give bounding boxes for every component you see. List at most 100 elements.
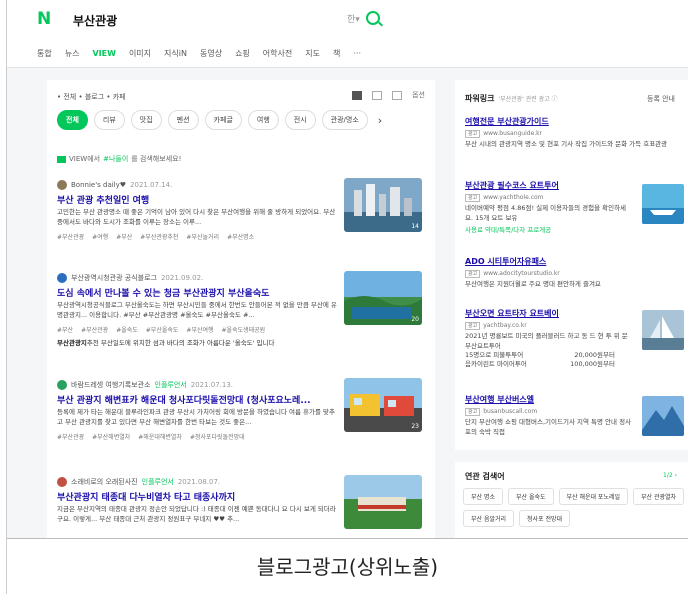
tab-kin[interactable]: 지식iN bbox=[164, 48, 187, 59]
related-chip[interactable]: 부산 올숙도 bbox=[508, 488, 554, 505]
highlight-keyword: 부산관광지 bbox=[57, 339, 87, 347]
post-thumbnail[interactable]: 20 bbox=[344, 271, 422, 325]
list-item: 부산광역시청관광 공식블로그 2021.09.02. 도심 속에서 만나볼 수 … bbox=[57, 271, 427, 359]
post-title[interactable]: 도심 속에서 만나볼 수 있는 청금 부산관광지 부산올숙도 bbox=[57, 286, 337, 299]
tag[interactable]: #부산 bbox=[57, 325, 73, 334]
tag[interactable]: #청사포다릿돌전망대 bbox=[190, 432, 245, 441]
tag[interactable]: #부산관광추천 bbox=[140, 232, 178, 241]
grid-view-icon[interactable] bbox=[392, 90, 403, 100]
chip-restaurant[interactable]: 맛집 bbox=[130, 110, 162, 130]
price-row[interactable]: 음카이린트 마이어투어 100,000원부터 bbox=[465, 360, 615, 369]
ad-url-text[interactable]: yachtbay.co.kr bbox=[483, 322, 526, 329]
post-title[interactable]: 부산관광지 태종대 다누비열차 타고 태종사까지 bbox=[57, 490, 337, 503]
post-title[interactable]: 부산 관광 추천일인 여행 bbox=[57, 193, 337, 206]
ad-url-text[interactable]: www.busanguide.kr bbox=[483, 130, 542, 137]
tag[interactable]: #여행 bbox=[92, 232, 108, 241]
post-source: 소래비로의 오래된사진 인플루언서 2021.08.07. bbox=[57, 477, 220, 487]
ad-item: ADO 시티투어자유패스 광고 www.adocitytourstudio.kr … bbox=[465, 256, 685, 289]
tab-all[interactable]: 통합 bbox=[37, 48, 52, 59]
author-name[interactable]: 소래비로의 오래된사진 bbox=[71, 477, 138, 487]
author-name[interactable]: Bonnie's daily♥ bbox=[71, 181, 126, 189]
related-chip[interactable]: 청사포 전망대 bbox=[519, 510, 571, 527]
tab-more[interactable]: ··· bbox=[353, 49, 361, 58]
tag[interactable]: #부산관광 bbox=[81, 325, 108, 334]
chip-attraction[interactable]: 관광/명소 bbox=[321, 110, 368, 130]
ad-desc: 부산여행은 지원더월로 주요 명대 편안하게 즐겨요 bbox=[465, 280, 601, 288]
tag[interactable]: #부산놀거리 bbox=[186, 232, 219, 241]
image-count: 14 bbox=[411, 223, 419, 230]
ad-thumbnail[interactable] bbox=[642, 184, 684, 224]
chip-all[interactable]: 전체 bbox=[57, 110, 88, 130]
ad-thumbnail[interactable] bbox=[642, 396, 684, 436]
tab-images[interactable]: 이미지 bbox=[129, 48, 151, 59]
tab-view[interactable]: VIEW bbox=[92, 49, 115, 58]
search-icon[interactable] bbox=[365, 11, 380, 25]
tab-shopping[interactable]: 쇼핑 bbox=[235, 48, 250, 59]
tag[interactable]: #부산명소 bbox=[227, 232, 254, 241]
hint-link[interactable]: #나들이 bbox=[103, 154, 128, 164]
ad-label-icon: 광고 bbox=[465, 270, 481, 278]
ad-url-text[interactable]: www.yachthole.com bbox=[483, 194, 543, 201]
ad-title[interactable]: 부산오면 요트타자 요트베이 bbox=[465, 308, 633, 319]
chip-pension[interactable]: 펜션 bbox=[167, 110, 199, 130]
card-view-icon[interactable] bbox=[372, 90, 383, 100]
naver-logo[interactable]: N bbox=[37, 9, 51, 29]
chip-cafe[interactable]: 카페글 bbox=[204, 110, 242, 130]
chip-review[interactable]: 리뷰 bbox=[93, 110, 125, 130]
image-count: 23 bbox=[411, 423, 419, 430]
chip-exhibition[interactable]: 전시 bbox=[284, 110, 316, 130]
post-thumbnail[interactable]: 23 bbox=[344, 378, 422, 432]
price-value: 20,000원부터 bbox=[574, 351, 615, 359]
tag[interactable]: #해운대해변열차 bbox=[138, 432, 182, 441]
post-source: Bonnie's daily♥ 2021.07.14. bbox=[57, 180, 172, 190]
tab-map[interactable]: 지도 bbox=[305, 48, 320, 59]
post-thumbnail[interactable] bbox=[344, 475, 422, 529]
sidebar-subtitle[interactable]: '부산관광' 관련 광고 ⓘ bbox=[498, 96, 557, 103]
tag[interactable]: #올숙도 bbox=[116, 325, 138, 334]
keyboard-toggle[interactable]: 한▾ bbox=[347, 12, 360, 25]
author-name[interactable]: 바람드레셍 여행기록보관소 bbox=[71, 380, 151, 390]
tag[interactable]: #부산 bbox=[116, 232, 132, 241]
options-button[interactable]: 옵션 bbox=[412, 90, 425, 100]
search-tabs: 통합 뉴스 VIEW 이미지 지식iN 동영상 쇼핑 어학사전 지도 책 ··· bbox=[7, 40, 688, 68]
tab-books[interactable]: 책 bbox=[333, 48, 340, 59]
tag[interactable]: #부산올숙도 bbox=[146, 325, 179, 334]
chip-travel[interactable]: 여행 bbox=[247, 110, 279, 130]
ad-url-text[interactable]: busanbuscall.com bbox=[483, 408, 537, 415]
view-results-panel: • 전체 • 블로그 • 카페 옵션 전체 리뷰 맛집 펜션 카페글 여행 전시… bbox=[47, 80, 435, 538]
author-name[interactable]: 부산광역시청관광 공식블로그 bbox=[71, 273, 157, 283]
related-chip[interactable]: 부산 해운대 포노레일 bbox=[558, 488, 629, 505]
search-input[interactable]: 부산관광 bbox=[73, 12, 117, 29]
source-filter[interactable]: • 전체 • 블로그 • 카페 bbox=[57, 92, 126, 102]
post-title[interactable]: 부산 관광지 해변표카 해운대 청사포다릿돌전망대 (청사포요노레... bbox=[57, 393, 337, 406]
ad-thumbnail[interactable] bbox=[642, 310, 684, 350]
related-pager[interactable]: 1/2 › bbox=[663, 472, 677, 479]
tab-dictionary[interactable]: 어학사전 bbox=[263, 48, 292, 59]
ad-url-text[interactable]: www.adocitytourstudio.kr bbox=[483, 270, 560, 277]
tab-news[interactable]: 뉴스 bbox=[65, 48, 80, 59]
ad-url: 광고 busanbuscall.com bbox=[465, 408, 633, 416]
ad-sublinks[interactable]: 사용료 약대/특쪽/다자 프로게공 bbox=[465, 225, 633, 235]
price-row[interactable]: 15명으로 피불투투어 20,000원부터 bbox=[465, 351, 615, 360]
list-view-icon[interactable] bbox=[352, 90, 363, 100]
related-chip[interactable]: 부산 관광열차 bbox=[633, 488, 685, 505]
tag[interactable]: #부산관광 bbox=[57, 232, 84, 241]
ad-desc: 네이버예약 평점 4.86점! 실제 이용자들의 경험을 확인하세요. 15개 … bbox=[465, 204, 627, 222]
ad-label-icon: 광고 bbox=[465, 408, 481, 416]
ad-title[interactable]: 부산관광 필수코스 요트투어 bbox=[465, 180, 633, 191]
tag[interactable]: #올숙도생태공원 bbox=[222, 325, 266, 334]
ad-item: 여행전문 부산관광가이드 광고 www.busanguide.kr 부산 시내의 … bbox=[465, 116, 685, 149]
related-chip[interactable]: 부산 음알거리 bbox=[463, 510, 515, 527]
ad-title[interactable]: 여행전문 부산관광가이드 bbox=[465, 116, 685, 127]
post-thumbnail[interactable]: 14 bbox=[344, 178, 422, 232]
related-chip[interactable]: 부산 명소 bbox=[463, 488, 503, 505]
tag[interactable]: #부산여행 bbox=[186, 325, 213, 334]
tag[interactable]: #부산관광 bbox=[57, 432, 84, 441]
ad-label-icon: 광고 bbox=[465, 130, 481, 138]
register-link[interactable]: 등록 안내 bbox=[647, 94, 675, 104]
tag[interactable]: #부산해변열차 bbox=[92, 432, 130, 441]
tab-video[interactable]: 동영상 bbox=[200, 48, 222, 59]
ad-title[interactable]: ADO 시티투어자유패스 bbox=[465, 256, 685, 267]
ad-title[interactable]: 부산여행 부산버스엘 bbox=[465, 394, 633, 405]
chevron-right-icon[interactable]: › bbox=[378, 114, 382, 127]
